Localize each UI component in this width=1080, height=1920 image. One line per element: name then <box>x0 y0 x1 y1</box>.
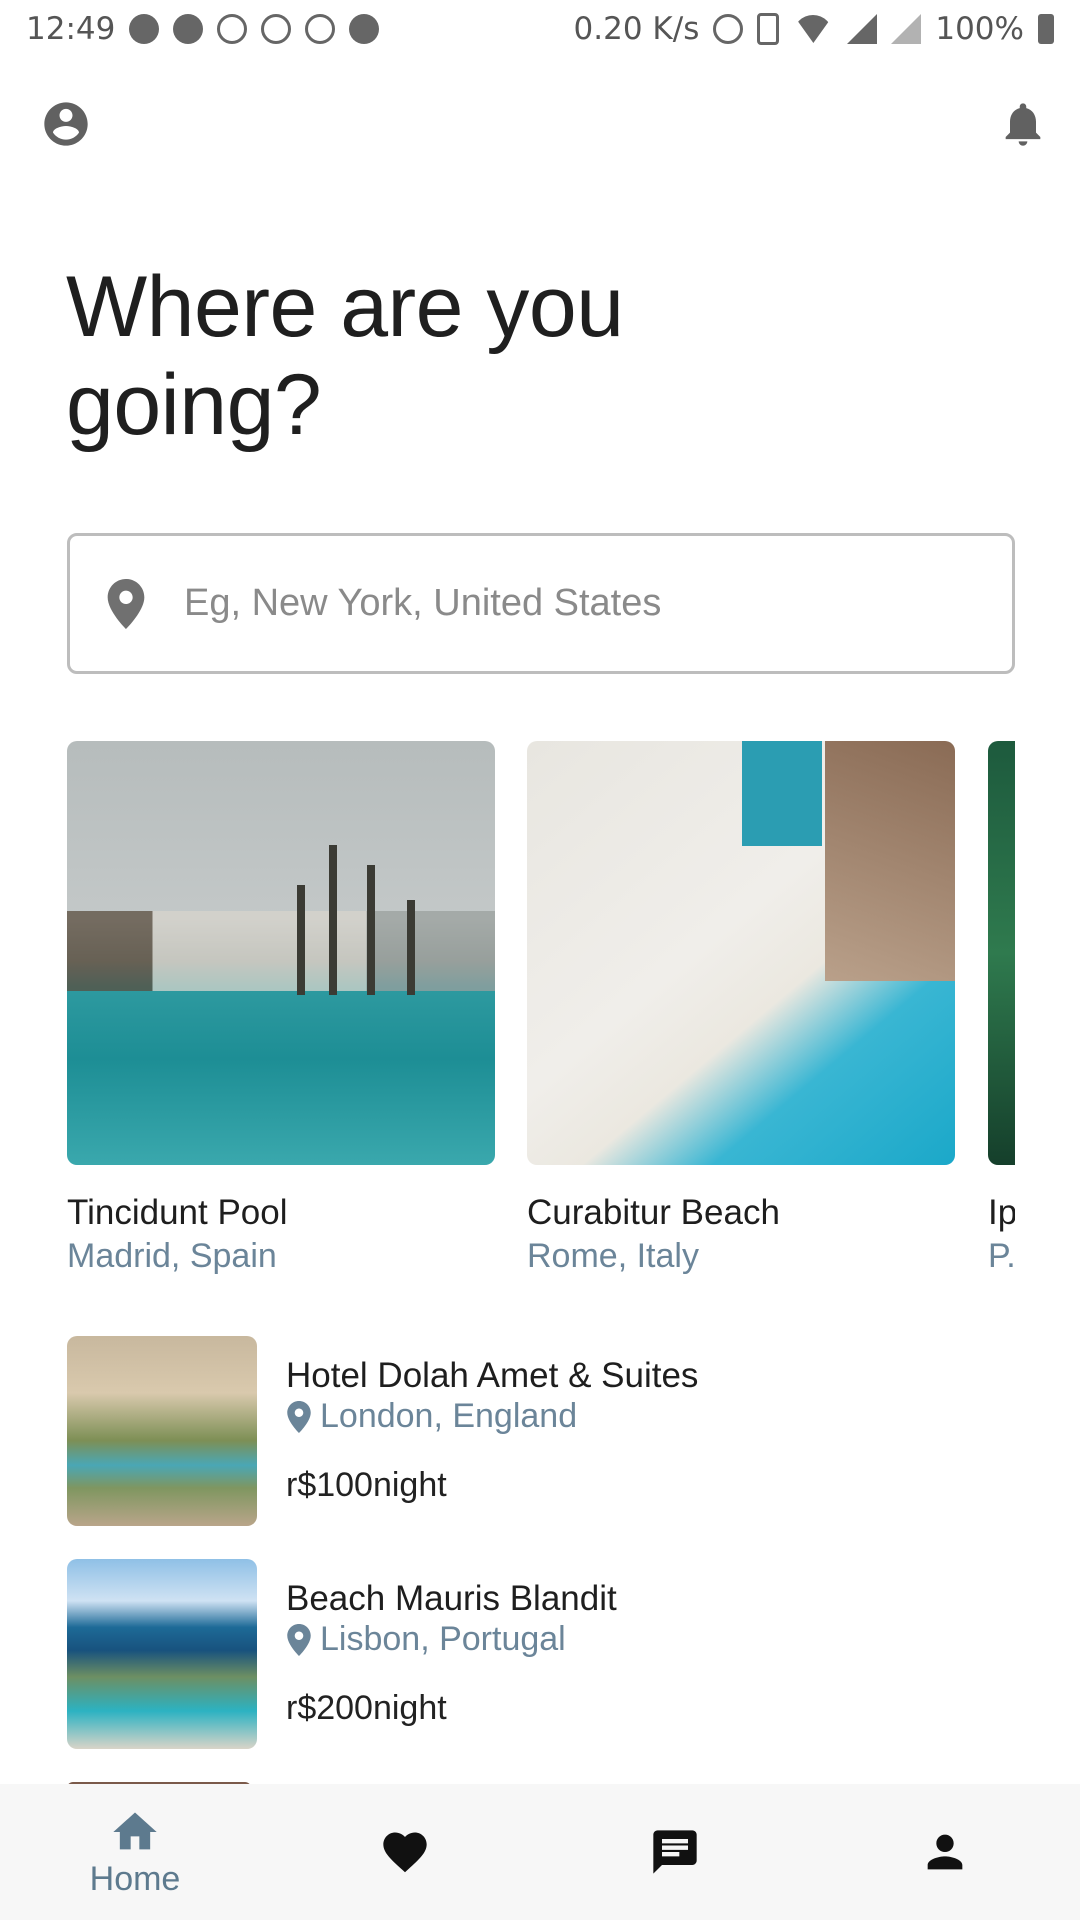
nav-home-label: Home <box>89 1859 181 1898</box>
nav-profile[interactable] <box>810 1784 1080 1920</box>
heart-icon <box>383 1832 427 1873</box>
download-icon <box>261 14 292 44</box>
listing-item[interactable]: Beach Mauris Blandit Lisbon, Portugal r$… <box>67 1559 1015 1749</box>
featured-card[interactable]: Curabitur Beach Rome, Italy <box>527 741 955 1276</box>
page-title: Where are you going? <box>66 259 624 453</box>
featured-card-image <box>527 741 955 1165</box>
listing-location-text: London, England <box>320 1397 578 1435</box>
featured-card-location: P. <box>988 1237 1015 1275</box>
featured-card-image <box>67 741 495 1165</box>
status-time: 12:49 <box>26 11 116 47</box>
listing-price: r$200night <box>286 1689 447 1727</box>
nav-messages[interactable] <box>540 1784 810 1920</box>
featured-card-title: Curabitur Beach <box>527 1193 780 1232</box>
no-sim-icon <box>891 14 922 44</box>
person-icon <box>927 1834 963 1870</box>
featured-carousel[interactable]: Tincidunt Pool Madrid, Spain Curabitur B… <box>67 741 1015 1281</box>
home-icon <box>113 1812 157 1849</box>
listing-location: London, England <box>286 1397 577 1436</box>
search-input[interactable] <box>184 582 964 625</box>
nav-favorites[interactable] <box>270 1784 540 1920</box>
battery-percent: 100% <box>935 11 1024 47</box>
pinterest-icon <box>173 14 204 44</box>
account-circle-icon[interactable] <box>40 98 92 150</box>
listing-price: r$100night <box>286 1466 447 1504</box>
download-icon <box>217 14 248 44</box>
listing-name: Beach Mauris Blandit <box>286 1579 617 1618</box>
featured-card-location: Rome, Italy <box>527 1237 699 1275</box>
alarm-icon <box>713 14 744 44</box>
nav-home[interactable]: Home <box>0 1784 270 1920</box>
reddit-icon <box>349 14 380 44</box>
battery-charging-icon <box>1038 14 1054 44</box>
location-pin-icon <box>107 578 145 629</box>
vibrate-icon <box>757 13 780 45</box>
facebook-icon <box>129 14 160 44</box>
featured-card-title: Tincidunt Pool <box>67 1193 288 1232</box>
network-speed: 0.20 K/s <box>573 11 700 47</box>
message-icon <box>653 1830 697 1874</box>
listing-item[interactable]: Hotel Dolah Amet & Suites London, Englan… <box>67 1336 1015 1526</box>
status-bar-left: 12:49 <box>26 11 380 47</box>
location-pin-icon <box>287 1400 311 1433</box>
featured-card-title: Ip <box>988 1193 1015 1232</box>
featured-card-image <box>988 741 1015 1165</box>
search-box[interactable] <box>67 533 1015 674</box>
bell-icon[interactable] <box>997 98 1049 150</box>
download-icon <box>305 14 336 44</box>
listing-location: Lisbon, Portugal <box>286 1620 566 1659</box>
wifi-icon <box>793 15 834 43</box>
featured-card-location: Madrid, Spain <box>67 1237 277 1275</box>
bottom-nav: Home <box>0 1784 1080 1920</box>
status-bar-right: 0.20 K/s 100% <box>574 11 1054 47</box>
listing-name: Hotel Dolah Amet & Suites <box>286 1356 699 1395</box>
listing-location-text: Lisbon, Portugal <box>320 1620 566 1658</box>
location-pin-icon <box>287 1623 311 1656</box>
listing-thumbnail <box>67 1559 257 1749</box>
featured-card[interactable]: Tincidunt Pool Madrid, Spain <box>67 741 495 1276</box>
listing-thumbnail <box>67 1336 257 1526</box>
signal-icon <box>847 14 878 44</box>
status-bar: 12:49 0.20 K/s 100% <box>0 0 1080 58</box>
featured-card[interactable]: Ip P. <box>988 741 1015 1276</box>
